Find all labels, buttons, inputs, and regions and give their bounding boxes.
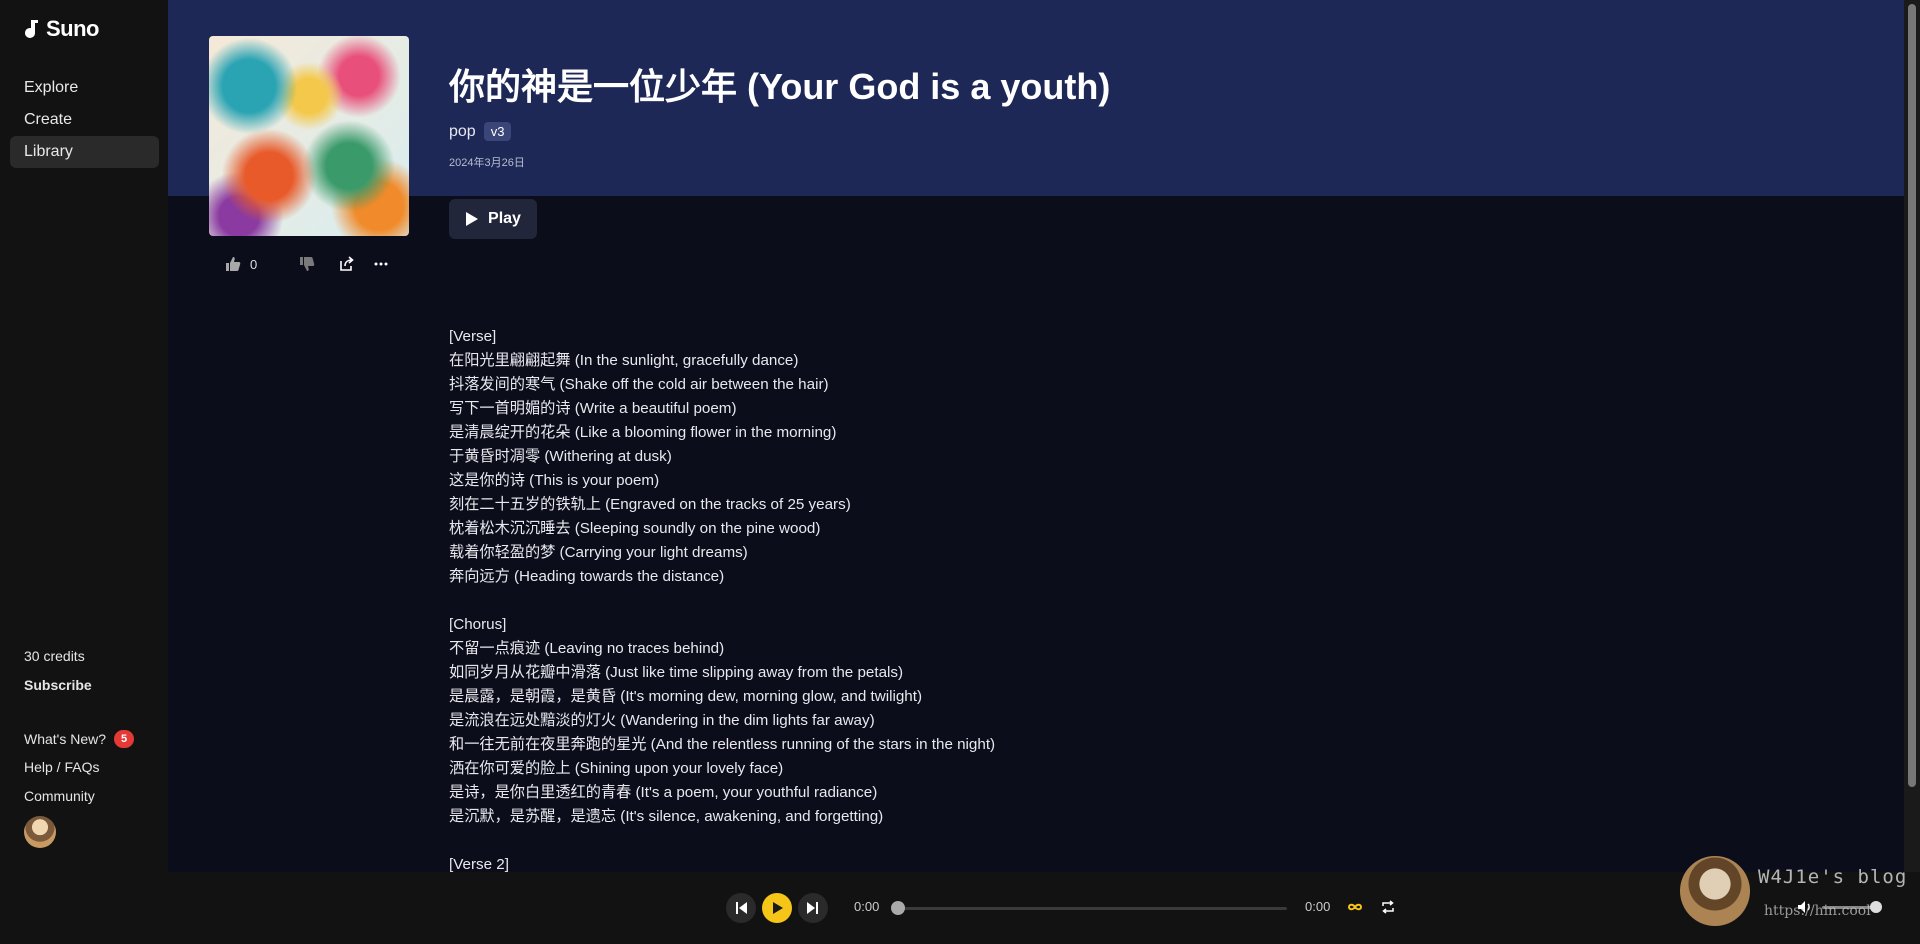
repeat-icon[interactable] xyxy=(1379,898,1397,916)
lyric-line: 不留一点痕迹 (Leaving no traces behind) xyxy=(449,640,725,657)
current-time: 0:00 xyxy=(854,899,880,914)
whats-new-badge: 5 xyxy=(114,730,135,748)
lyric-line xyxy=(449,589,1349,613)
lyric-line: 是流浪在远处黯淡的灯火 (Wandering in the dim lights… xyxy=(449,712,875,729)
lyric-line: 是清晨绽开的花朵 (Like a blooming flower in the … xyxy=(449,424,837,441)
lyric-line: 于黄昏时凋零 (Withering at dusk) xyxy=(449,448,672,465)
lyric-line: [Verse] xyxy=(449,328,497,345)
lyric-line: 这是你的诗 (This is your poem) xyxy=(449,472,660,489)
thumbs-down-icon[interactable] xyxy=(298,255,316,273)
song-title: 你的神是一位少年 (Your God is a youth) xyxy=(449,66,1111,107)
nav-create[interactable]: Create xyxy=(10,104,159,136)
subscribe-link[interactable]: Subscribe xyxy=(24,677,92,693)
community-link[interactable]: Community xyxy=(24,788,95,804)
play-label: Play xyxy=(488,210,521,227)
song-meta: pop v3 xyxy=(449,122,512,141)
song-cover-art xyxy=(209,36,409,236)
sidebar: Suno Explore Create Library 30 credits S… xyxy=(0,0,168,872)
lyric-line: 如同岁月从花瓣中滑落 (Just like time slipping away… xyxy=(449,664,904,681)
lyric-line: 是沉默，是苏醒，是遗忘 (It's silence, awakening, an… xyxy=(449,808,884,825)
player-play-button[interactable] xyxy=(762,893,792,923)
suno-app: Suno Explore Create Library 30 credits S… xyxy=(0,0,1920,944)
play-button[interactable]: Play xyxy=(449,199,537,239)
share-icon[interactable] xyxy=(338,255,356,273)
nav-library[interactable]: Library xyxy=(10,136,159,168)
song-genre[interactable]: pop xyxy=(449,123,476,141)
play-icon xyxy=(466,212,479,226)
model-version-badge: v3 xyxy=(483,122,512,141)
lyric-line: 洒在你可爱的脸上 (Shining upon your lovely face) xyxy=(449,760,784,777)
lyric-line: 是诗，是你白里透红的青春 (It's a poem, your youthful… xyxy=(449,784,878,801)
suno-logo[interactable]: Suno xyxy=(22,16,100,42)
lyric-line: 枕着松木沉沉睡去 (Sleeping soundly on the pine w… xyxy=(449,520,821,537)
skip-back-icon xyxy=(736,902,747,914)
song-lyrics: [Verse] 在阳光里翩翩起舞 (In the sunlight, gracef… xyxy=(449,325,1349,877)
lyric-line: 和一往无前在夜里奔跑的星光 (And the relentless runnin… xyxy=(449,736,996,753)
lyric-line: 抖落发间的寒气 (Shake off the cold air between … xyxy=(449,376,829,393)
lyric-line: 是晨露，是朝霞，是黄昏 (It's morning dew, morning g… xyxy=(449,688,923,705)
help-faqs-link[interactable]: Help / FAQs xyxy=(24,759,99,775)
whats-new-label: What's New? xyxy=(24,731,107,747)
lyric-line: 刻在二十五岁的铁轨上 (Engraved on the tracks of 25… xyxy=(449,496,851,513)
lyric-line: 奔向远方 (Heading towards the distance) xyxy=(449,568,725,585)
whats-new-link[interactable]: What's New? 5 xyxy=(24,730,135,748)
thumbs-up-icon[interactable] xyxy=(224,255,242,273)
progress-track[interactable] xyxy=(893,907,1287,910)
suno-logo-icon xyxy=(25,20,38,38)
more-options-icon[interactable] xyxy=(372,255,390,273)
lyric-line: [Chorus] xyxy=(449,616,507,633)
watermark-avatar xyxy=(1680,856,1750,926)
lyric-line xyxy=(449,829,1349,853)
lyric-line: 写下一首明媚的诗 (Write a beautiful poem) xyxy=(449,400,737,417)
player-play-icon xyxy=(773,902,783,914)
lyric-line: 在阳光里翩翩起舞 (In the sunlight, gracefully da… xyxy=(449,352,799,369)
infinity-loop-icon[interactable] xyxy=(1346,898,1364,916)
like-count: 0 xyxy=(250,256,258,272)
skip-forward-icon xyxy=(807,902,818,914)
page-scrollbar-thumb[interactable] xyxy=(1908,4,1916,787)
watermark-url: https://hin.cool xyxy=(1764,903,1871,919)
song-date: 2024年3月26日 xyxy=(449,157,525,169)
song-actions: 0 xyxy=(224,254,390,274)
next-track-button[interactable] xyxy=(798,893,828,923)
user-avatar[interactable] xyxy=(24,816,56,848)
progress-handle[interactable] xyxy=(891,901,905,915)
duration-time: 0:00 xyxy=(1305,899,1331,914)
nav-explore[interactable]: Explore xyxy=(10,72,159,104)
lyric-line: 载着你轻盈的梦 (Carrying your light dreams) xyxy=(449,544,748,561)
volume-handle[interactable] xyxy=(1870,901,1882,913)
previous-track-button[interactable] xyxy=(726,893,756,923)
credits-count: 30 credits xyxy=(24,648,85,664)
watermark-name: W4J1e's blog xyxy=(1758,866,1908,888)
logo-text: Suno xyxy=(46,16,100,41)
main-nav: Explore Create Library xyxy=(10,72,159,168)
